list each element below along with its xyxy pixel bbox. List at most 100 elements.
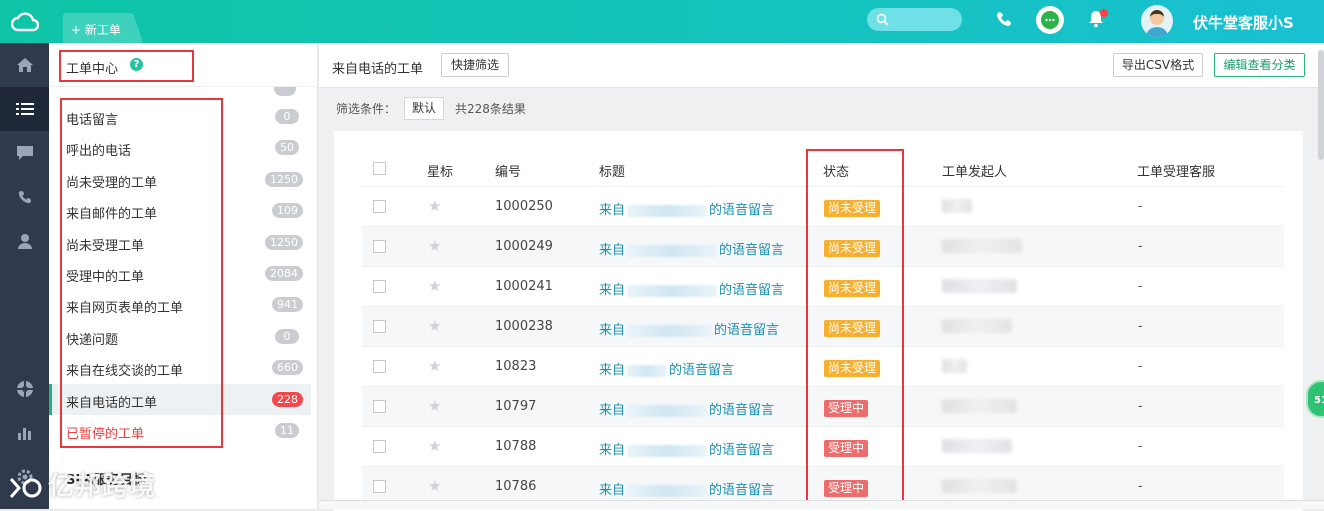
redacted-requester [942,479,1017,493]
globe-icon[interactable] [0,367,49,411]
ticket-id: 1000241 [495,279,553,294]
title-suffix: 的语音留言 [709,403,775,418]
column-header-requester[interactable]: 工单发起人 [942,161,1007,180]
assigned-agent: - [1138,359,1143,374]
redacted-requester [942,439,1012,453]
row-checkbox[interactable] [373,200,386,213]
assigned-agent: - [1138,199,1143,214]
ticket-title-link[interactable]: 来自 的语音留言 [599,479,774,498]
star-icon[interactable]: ★ [428,437,441,455]
row-checkbox[interactable] [373,240,386,253]
row-checkbox[interactable] [373,280,386,293]
row-checkbox[interactable] [373,440,386,453]
user-icon[interactable] [0,219,49,263]
ticket-id: 10788 [495,439,537,454]
redacted-requester [942,239,1022,253]
phone-icon[interactable] [995,10,1013,32]
star-icon[interactable]: ★ [428,357,441,375]
redacted-phone [627,444,708,457]
assigned-agent: - [1138,439,1143,454]
filter-label: 筛选条件： [336,102,397,116]
title-prefix: 来自 [599,363,626,378]
redacted-phone [627,364,668,377]
column-header-agent[interactable]: 工单受理客服 [1137,161,1215,180]
highlight-box-title [59,50,194,82]
ticket-id: 10797 [495,399,537,414]
title-prefix: 来自 [599,323,626,338]
filter-default-button[interactable]: 默认 [404,97,444,120]
edit-view-button[interactable]: 编辑查看分类 [1214,53,1305,77]
quick-filter-button[interactable]: 快捷筛选 [441,53,509,77]
title-prefix: 来自 [599,443,626,458]
home-icon[interactable] [0,43,49,87]
redacted-phone [627,484,708,497]
ticket-id: 10786 [495,479,537,494]
column-header-id[interactable]: 编号 [495,161,521,180]
new-ticket-tab[interactable]: + 新工单 [63,13,143,43]
export-csv-button[interactable]: 导出CSV格式 [1113,53,1203,77]
search-input[interactable] [867,8,962,31]
cloud-logo-icon[interactable] [0,0,49,43]
star-icon[interactable]: ★ [428,477,441,495]
ticket-sidebar: 工单中心 ? 电话留言 0 呼出的电话 50 尚未受理的工单 1250 来自邮件的工单 109… [49,43,367,509]
main-scrollbar[interactable] [1318,50,1324,160]
watermark-text: 亿邦跨境 [48,472,157,502]
assigned-agent: - [1138,479,1143,494]
redacted-phone [627,284,718,297]
redacted-requester [942,279,1017,293]
ticket-title-link[interactable]: 来自 的语音留言 [599,439,774,458]
ticket-id: 10823 [495,359,537,374]
star-icon[interactable]: ★ [428,397,441,415]
ticket-id: 1000250 [495,199,553,214]
redacted-phone [627,324,713,337]
ticket-title-link[interactable]: 来自 的语音留言 [599,279,784,298]
bar-chart-icon[interactable] [0,411,49,455]
assigned-agent: - [1138,399,1143,414]
ticket-id: 1000249 [495,239,553,254]
phone-nav-icon[interactable] [0,175,49,219]
star-icon[interactable]: ★ [428,317,441,335]
row-checkbox[interactable] [373,360,386,373]
sidebar-item-count: 660 [272,360,303,376]
column-header-star[interactable]: 星标 [427,161,453,180]
title-prefix: 来自 [599,283,626,298]
avatar[interactable] [1141,5,1173,37]
watermark-logo: 亿邦跨境 [8,466,156,503]
row-checkbox[interactable] [373,400,386,413]
ticket-id: 1000238 [495,319,553,334]
row-checkbox[interactable] [373,480,386,493]
user-name[interactable]: 伏牛堂客服小S [1193,12,1294,33]
column-header-title[interactable]: 标题 [599,161,625,180]
ticket-title-link[interactable]: 来自 的语音留言 [599,319,779,338]
star-icon[interactable]: ★ [428,277,441,295]
assigned-agent: - [1138,239,1143,254]
ticket-title-link[interactable]: 来自 的语音留言 [599,399,774,418]
content-toolbar: 来自电话的工单 快捷筛选 导出CSV格式 编辑查看分类 [319,43,1324,88]
select-all-checkbox[interactable] [373,162,386,175]
highlight-box-items [60,98,223,448]
star-icon[interactable]: ★ [428,197,441,215]
list-icon[interactable] [0,87,49,131]
ticket-title-link[interactable]: 来自 的语音留言 [599,199,774,218]
title-suffix: 的语音留言 [709,483,775,498]
ticket-title-link[interactable]: 来自 的语音留言 [599,359,734,378]
redacted-requester [942,199,972,213]
floating-chat-button[interactable]: 51 [1306,380,1324,418]
sidebar-item-count: 0 [275,328,299,344]
row-checkbox[interactable] [373,320,386,333]
chat-bubble-icon[interactable] [0,131,49,175]
ticket-title-link[interactable]: 来自 的语音留言 [599,239,784,258]
sidebar-item-count: 1250 [265,234,303,250]
chat-icon[interactable] [1036,6,1064,34]
top-bar: + 新工单 伏牛堂客服小S [0,0,1324,43]
redacted-phone [627,404,708,417]
bottom-status-bar [319,500,1324,509]
star-icon[interactable]: ★ [428,237,441,255]
cut-item-count [274,87,296,96]
sidebar-item-count: 11 [275,423,299,438]
redacted-phone [627,244,718,257]
sidebar-item-count: 1250 [265,171,303,187]
title-prefix: 来自 [599,403,626,418]
result-count: 共228条结果 [455,102,526,116]
assigned-agent: - [1138,279,1143,294]
